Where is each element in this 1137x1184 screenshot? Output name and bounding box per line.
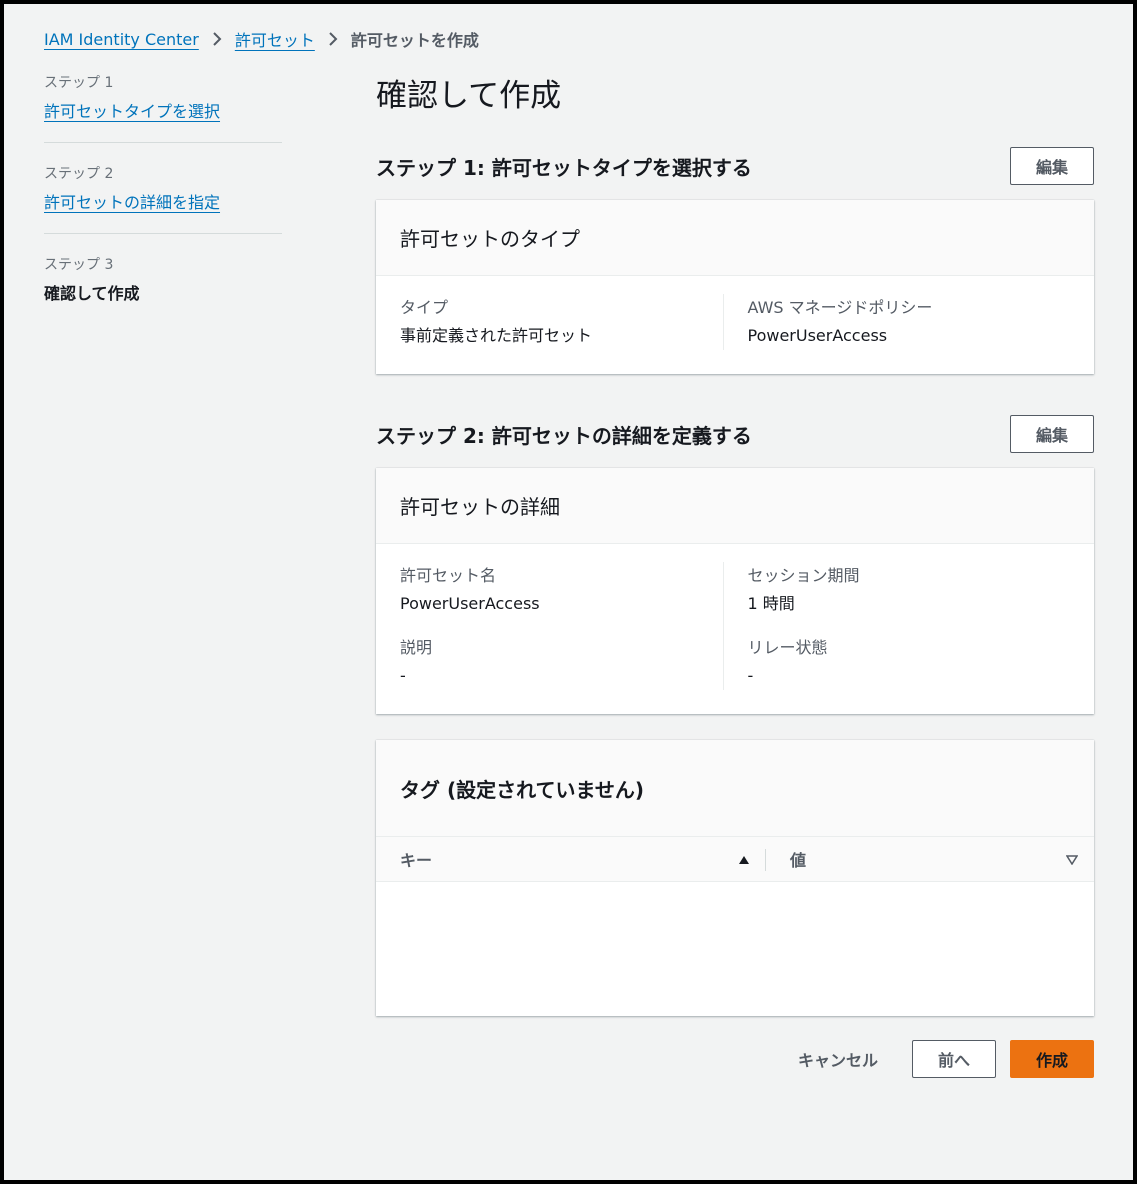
sort-descending-icon [1065,850,1079,869]
edit-step-1-button[interactable]: 編集 [1010,147,1094,185]
relay-state-value: - [747,666,754,685]
permission-set-type-card: 許可セットのタイプ タイプ 事前定義された許可セット AWS マネージドポリシー… [376,200,1094,374]
column-header-value-label: 値 [790,851,807,870]
edit-step-2-button[interactable]: 編集 [1010,415,1094,453]
session-duration-field: セッション期間 1 時間 [748,562,1071,618]
step-label: ステップ 3 [44,257,114,273]
breadcrumb-iam-identity-center[interactable]: IAM Identity Center [44,30,199,49]
managed-policy-value: PowerUserAccess [747,326,888,345]
chevron-right-icon [199,32,235,46]
wizard-step-1: ステップ 1 許可セットタイプを選択 [44,72,282,143]
column-right: AWS マネージドポリシー PowerUserAccess [722,294,1071,350]
tags-table-header: キー 値 [376,836,1094,882]
wizard-step-3: ステップ 3 確認して作成 [44,254,282,324]
section-2-header: ステップ 2: 許可セットの詳細を定義する 編集 [376,414,1094,454]
column-left: タイプ 事前定義された許可セット [400,294,723,350]
sort-ascending-icon [738,850,750,869]
type-field: タイプ 事前定義された許可セット [400,294,723,350]
breadcrumb-current: 許可セットを作成 [350,31,479,50]
card-title: 許可セットの詳細 [376,468,1094,544]
relay-state-field: リレー状態 - [748,634,1071,690]
tags-title: タグ (設定されていません) [376,740,1094,836]
description-value: - [400,666,406,685]
type-value: 事前定義された許可セット [400,326,593,345]
permission-set-name-value: PowerUserAccess [400,594,540,613]
main-content: 確認して作成 ステップ 1: 許可セットタイプを選択する 編集 許可セットのタイ… [376,72,1094,1078]
section-2-title: ステップ 2: 許可セットの詳細を定義する [376,423,752,448]
step-label: ステップ 1 [44,75,114,91]
app-frame: IAM Identity Center 許可セット 許可セットを作成 ステップ … [4,4,1133,1180]
tags-card: タグ (設定されていません) キー 値 [376,740,1094,1016]
column-header-value[interactable]: 値 [766,837,1094,881]
step-3-current: 確認して作成 [44,284,140,303]
step-1-link[interactable]: 許可セットタイプを選択 [44,102,220,121]
column-header-key-label: キー [400,851,433,870]
card-body: 許可セット名 PowerUserAccess 説明 - セッション期間 1 時間… [376,544,1094,714]
card-title: 許可セットのタイプ [376,200,1094,276]
session-duration-key: セッション期間 [747,566,860,585]
chevron-right-icon [315,32,351,46]
step-2-link[interactable]: 許可セットの詳細を指定 [44,193,220,212]
page-title: 確認して作成 [376,78,562,114]
card-body: タイプ 事前定義された許可セット AWS マネージドポリシー PowerUser… [376,276,1094,374]
breadcrumb: IAM Identity Center 許可セット 許可セットを作成 [44,26,479,52]
breadcrumb-permission-sets[interactable]: 許可セット [235,27,315,51]
previous-button[interactable]: 前へ [912,1040,996,1078]
section-1-title: ステップ 1: 許可セットタイプを選択する [376,155,752,180]
column-left: 許可セット名 PowerUserAccess 説明 - [400,562,723,690]
permission-set-name-key: 許可セット名 [400,566,497,585]
managed-policy-field: AWS マネージドポリシー PowerUserAccess [748,294,1071,350]
wizard-step-2: ステップ 2 許可セットの詳細を指定 [44,163,282,234]
column-header-key[interactable]: キー [376,837,766,881]
description-field: 説明 - [400,634,723,690]
section-1-header: ステップ 1: 許可セットタイプを選択する 編集 [376,146,1094,186]
wizard-footer: キャンセル 前へ 作成 [376,1040,1094,1078]
permission-set-name-field: 許可セット名 PowerUserAccess [400,562,723,618]
cancel-button[interactable]: キャンセル [778,1040,898,1078]
managed-policy-key: AWS マネージドポリシー [747,298,933,317]
permission-set-details-card: 許可セットの詳細 許可セット名 PowerUserAccess 説明 - セッシ… [376,468,1094,714]
description-key: 説明 [400,638,433,657]
session-duration-value: 1 時間 [747,594,795,613]
relay-state-key: リレー状態 [747,638,828,657]
type-key: タイプ [400,298,449,317]
step-label: ステップ 2 [44,166,114,182]
create-button[interactable]: 作成 [1010,1040,1094,1078]
column-right: セッション期間 1 時間 リレー状態 - [722,562,1071,690]
wizard-steps: ステップ 1 許可セットタイプを選択 ステップ 2 許可セットの詳細を指定 ステ… [44,72,282,344]
tags-table-body [376,882,1094,1016]
